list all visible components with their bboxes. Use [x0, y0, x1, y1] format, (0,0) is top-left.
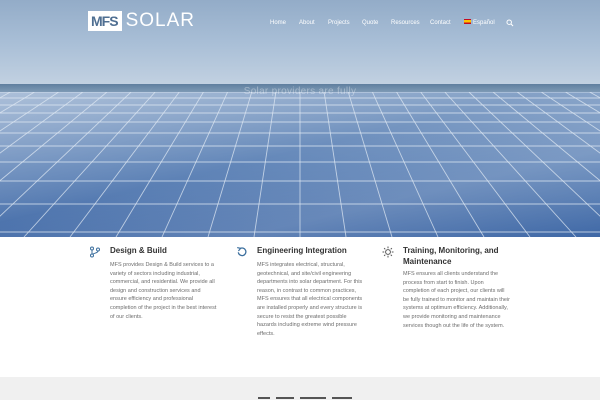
logo-mark: MFS: [88, 11, 122, 31]
nav-projects[interactable]: Projects: [328, 19, 350, 27]
feature-title: Engineering Integration: [257, 246, 347, 255]
section-heading-fragment: [332, 397, 352, 399]
section-heading-fragment: [300, 397, 326, 399]
section-heading-fragment: [276, 397, 294, 399]
hero-banner: Solar providers are fully MFS SOLAR Home…: [0, 0, 600, 237]
feature-description: MFS provides Design & Build services to …: [110, 262, 217, 320]
feature-title: Training, Monitoring, and Maintenance: [403, 246, 518, 267]
search-icon[interactable]: [506, 19, 514, 27]
solar-panels-image: [0, 92, 600, 237]
sun-icon: [382, 246, 394, 258]
feature-title-line-1: Training, Monitoring, and: [403, 246, 499, 255]
feature-description: MFS ensures all clients understand the p…: [403, 271, 511, 329]
nav-quote[interactable]: Quote: [362, 19, 378, 27]
logo-wordmark: SOLAR: [125, 10, 195, 31]
nav-language[interactable]: Español: [464, 19, 495, 27]
refresh-icon: [237, 247, 247, 257]
feature-description: MFS integrates electrical, structural, g…: [257, 262, 363, 337]
hero-tagline: Solar providers are fully: [243, 86, 357, 97]
nav-resources[interactable]: Resources: [391, 19, 420, 27]
top-navigation: MFS SOLAR Home About Projects Quote Reso…: [0, 0, 600, 44]
spain-flag-icon: [464, 19, 471, 24]
nav-language-label: Español: [473, 20, 495, 26]
nav-contact[interactable]: Contact: [430, 19, 451, 27]
nav-about[interactable]: About: [299, 19, 315, 27]
section-heading-fragment: [258, 397, 270, 399]
feature-title: Design & Build: [110, 246, 167, 255]
logo[interactable]: MFS SOLAR: [88, 11, 195, 31]
project-branch-icon: [90, 246, 100, 258]
nav-home[interactable]: Home: [270, 19, 286, 27]
feature-title-line-2: Maintenance: [403, 256, 452, 266]
